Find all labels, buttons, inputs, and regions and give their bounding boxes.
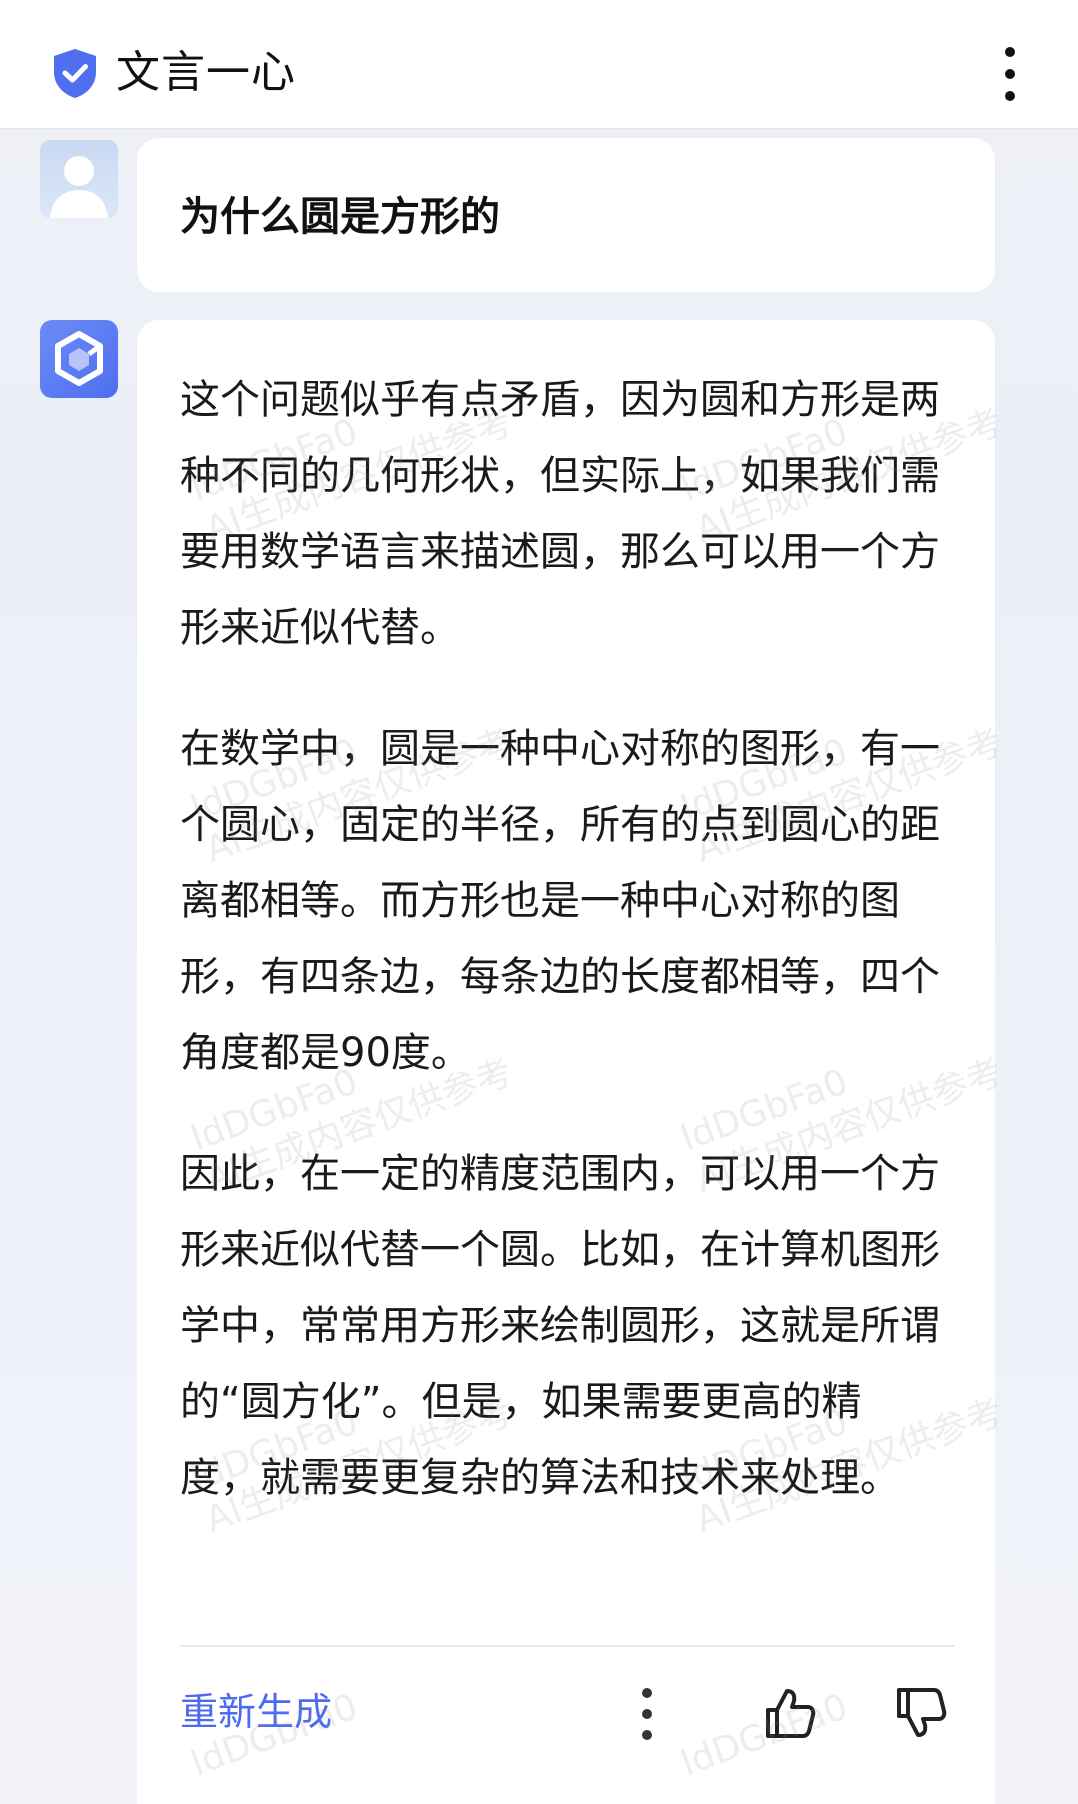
bot-paragraph: 因此，在一定的精度范围内，可以用一个方形来近似代替一个圆。比如，在计算机图形学中… bbox=[180, 1151, 940, 1501]
user-message-text: 为什么圆是方形的 bbox=[180, 194, 500, 240]
user-avatar bbox=[40, 140, 118, 218]
thumbs-up-icon[interactable] bbox=[762, 1685, 818, 1741]
shield-check-icon bbox=[54, 49, 96, 98]
regenerate-button[interactable]: 重新生成 bbox=[180, 1688, 332, 1736]
more-vertical-icon[interactable] bbox=[990, 44, 1030, 104]
cube-logo-icon bbox=[55, 331, 103, 386]
bot-message-bubble: 这个问题似乎有点矛盾，因为圆和方形是两种不同的几何形状，但实际上，如果我们需要用… bbox=[137, 320, 995, 1804]
thumbs-down-icon[interactable] bbox=[893, 1685, 949, 1741]
bot-avatar bbox=[40, 320, 118, 398]
bot-paragraph: 在数学中，圆是一种中心对称的图形，有一个圆心，固定的半径，所有的点到圆心的距离都… bbox=[180, 726, 940, 1076]
user-message-bubble: 为什么圆是方形的 bbox=[137, 138, 995, 292]
user-silhouette-icon bbox=[50, 156, 108, 218]
action-divider bbox=[180, 1645, 954, 1647]
app-title: 文言一心 bbox=[116, 47, 296, 98]
more-options-icon[interactable] bbox=[632, 1685, 662, 1743]
bot-paragraph: 这个问题似乎有点矛盾，因为圆和方形是两种不同的几何形状，但实际上，如果我们需要用… bbox=[180, 377, 940, 651]
app-header: 文言一心 bbox=[0, 0, 1078, 129]
